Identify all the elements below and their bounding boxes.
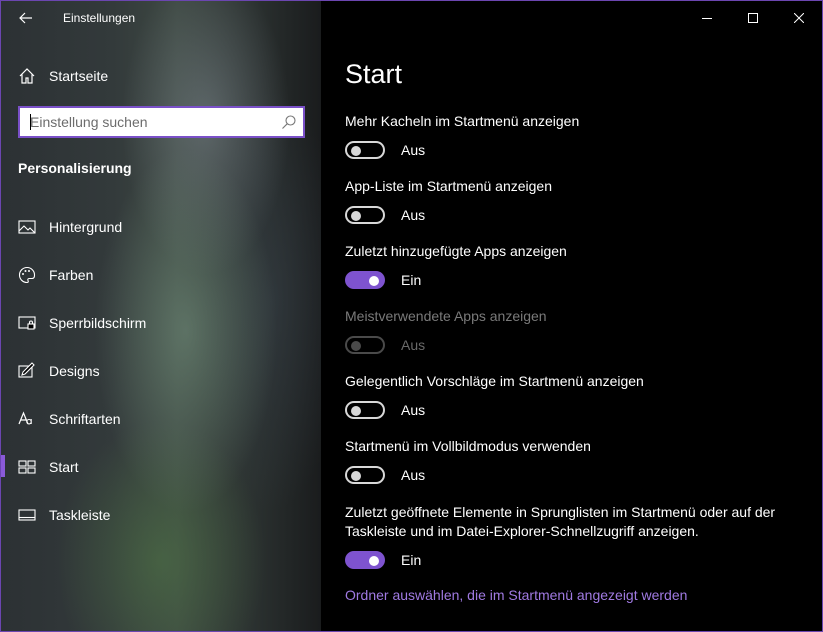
setting-fullscreen: Startmenü im Vollbildmodus verwenden Aus	[345, 437, 805, 488]
sidebar-item-designs[interactable]: Designs	[1, 354, 321, 388]
toggle-state-label: Ein	[401, 552, 422, 568]
minimize-icon	[702, 13, 712, 23]
toggle-switch[interactable]	[345, 206, 385, 224]
sidebar-item-label: Taskleiste	[49, 507, 111, 523]
setting-title: Meistverwendete Apps anzeigen	[345, 308, 547, 324]
arrow-left-icon	[19, 12, 33, 24]
setting-suggestions: Gelegentlich Vorschläge im Startmenü anz…	[345, 372, 805, 423]
toggle-switch[interactable]	[345, 466, 385, 484]
sidebar-item-label: Start	[49, 459, 79, 475]
sidebar-item-hintergrund[interactable]: Hintergrund	[1, 210, 321, 244]
setting-title: Startmenü im Vollbildmodus verwenden	[345, 438, 591, 454]
setting-title: App-Liste im Startmenü anzeigen	[345, 178, 552, 194]
title-bar: Einstellungen	[1, 1, 321, 35]
sidebar-item-farben[interactable]: Farben	[1, 258, 321, 292]
lock-screen-icon	[18, 314, 36, 332]
picture-icon	[18, 218, 36, 236]
setting-most-used: Meistverwendete Apps anzeigen Aus	[345, 307, 805, 358]
toggle-state-label: Aus	[401, 142, 426, 158]
fonts-icon	[18, 410, 36, 428]
toggle-switch[interactable]	[345, 336, 385, 354]
search-icon[interactable]	[281, 114, 297, 130]
setting-more-tiles: Mehr Kacheln im Startmenü anzeigen Aus	[345, 112, 805, 163]
maximize-icon	[748, 13, 758, 23]
toggle-knob	[351, 471, 361, 481]
setting-recently-added: Zuletzt hinzugefügte Apps anzeigen Ein	[345, 242, 805, 293]
sidebar-item-label: Farben	[49, 267, 94, 283]
toggle-switch[interactable]	[345, 551, 385, 569]
search-input[interactable]	[20, 108, 280, 136]
toggle-knob	[369, 556, 379, 566]
toggle-switch[interactable]	[345, 271, 385, 289]
toggle-knob	[351, 341, 361, 351]
close-button[interactable]	[776, 1, 822, 35]
toggle-knob	[351, 406, 361, 416]
toggle-switch[interactable]	[345, 141, 385, 159]
selection-indicator	[1, 455, 5, 477]
toggle-knob	[351, 211, 361, 221]
sidebar-item-home[interactable]: Startseite	[1, 61, 321, 91]
toggle-state-label: Aus	[401, 467, 426, 483]
setting-title: Zuletzt geöffnete Elemente in Sprunglist…	[345, 504, 776, 539]
setting-app-list: App-Liste im Startmenü anzeigen Aus	[345, 177, 805, 228]
sidebar-item-schriftarten[interactable]: Schriftarten	[1, 402, 321, 436]
section-heading: Personalisierung	[18, 160, 132, 176]
sidebar-item-taskleiste[interactable]: Taskleiste	[1, 498, 321, 532]
sidebar: Einstellungen Startseite Personalisierun…	[1, 1, 321, 631]
toggle-state-label: Aus	[401, 207, 426, 223]
setting-jump-lists: Zuletzt geöffnete Elemente in Sprunglist…	[345, 503, 805, 573]
taskbar-icon	[18, 506, 36, 524]
window-controls	[684, 1, 822, 35]
maximize-button[interactable]	[730, 1, 776, 35]
toggle-state-label: Ein	[401, 272, 422, 288]
choose-folders-link[interactable]: Ordner auswählen, die im Startmenü angez…	[345, 587, 687, 603]
toggle-knob	[351, 146, 361, 156]
sidebar-item-sperrbildschirm[interactable]: Sperrbildschirm	[1, 306, 321, 340]
palette-icon	[18, 266, 36, 284]
toggle-switch[interactable]	[345, 401, 385, 419]
page-title: Start	[345, 59, 403, 89]
sidebar-item-label: Sperrbildschirm	[49, 315, 147, 331]
minimize-button[interactable]	[684, 1, 730, 35]
setting-title: Mehr Kacheln im Startmenü anzeigen	[345, 113, 580, 129]
toggle-knob	[369, 276, 379, 286]
main-content: Start Mehr Kacheln im Startmenü anzeigen…	[321, 1, 822, 631]
app-title: Einstellungen	[63, 11, 136, 25]
home-icon	[18, 67, 36, 85]
sidebar-item-start[interactable]: Start	[1, 450, 321, 484]
search-box[interactable]	[18, 106, 305, 138]
sidebar-item-label: Designs	[49, 363, 100, 379]
sidebar-item-label: Schriftarten	[49, 411, 121, 427]
setting-title: Zuletzt hinzugefügte Apps anzeigen	[345, 243, 567, 259]
setting-title: Gelegentlich Vorschläge im Startmenü anz…	[345, 373, 644, 389]
back-button[interactable]	[13, 7, 39, 29]
brush-icon	[18, 362, 36, 380]
text-caret	[30, 114, 31, 130]
sidebar-item-label: Startseite	[49, 68, 109, 84]
toggle-state-label: Aus	[401, 402, 426, 418]
toggle-state-label: Aus	[401, 337, 426, 353]
start-icon	[18, 458, 36, 476]
settings-window: Einstellungen Startseite Personalisierun…	[0, 0, 823, 632]
close-icon	[794, 13, 804, 23]
sidebar-item-label: Hintergrund	[49, 219, 123, 235]
